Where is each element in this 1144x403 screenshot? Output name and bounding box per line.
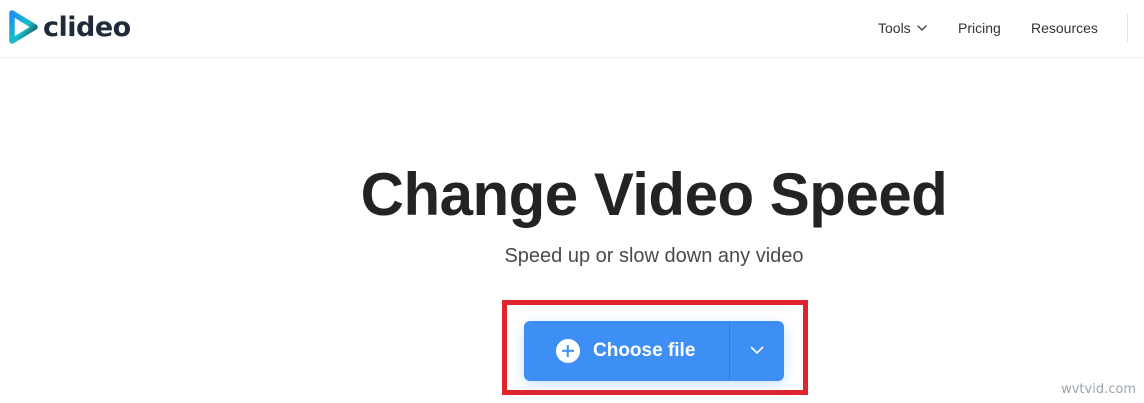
watermark: wvtvid.com — [1061, 382, 1136, 397]
choose-file-label: Choose file — [593, 340, 696, 361]
upload-button-group: Choose file — [524, 321, 784, 381]
nav-tools[interactable]: Tools — [878, 19, 927, 37]
main-nav: Tools Pricing Resources — [0, 19, 1144, 37]
page-subtitle: Speed up or slow down any video — [504, 245, 804, 267]
nav-resources[interactable]: Resources — [1031, 19, 1098, 37]
chevron-down-icon — [750, 346, 764, 354]
plus-circle-icon — [556, 339, 580, 363]
chevron-down-icon — [916, 25, 927, 31]
nav-tools-label: Tools — [878, 20, 911, 36]
page-title: Change Video Speed — [360, 161, 948, 228]
nav-pricing[interactable]: Pricing — [958, 19, 1001, 37]
upload-options-dropdown[interactable] — [730, 321, 784, 381]
nav-divider — [1127, 14, 1128, 42]
top-header: clideo Tools Pricing Resources — [0, 0, 1144, 58]
choose-file-button[interactable]: Choose file — [524, 321, 729, 381]
